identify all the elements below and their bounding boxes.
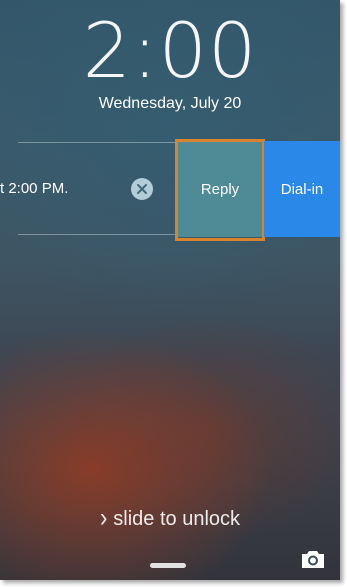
dial-in-button[interactable]: Dial-in xyxy=(264,141,340,237)
notification-text: t 2:00 PM. xyxy=(0,180,69,197)
dial-in-button-label: Dial-in xyxy=(280,180,324,198)
lock-screen: 2:00 Wednesday, July 20 t 2:00 PM. Reply… xyxy=(0,0,340,580)
clear-notification-button[interactable] xyxy=(131,178,153,200)
lock-clock: 2:00 xyxy=(82,6,258,95)
camera-button[interactable] xyxy=(300,548,326,570)
divider-top xyxy=(18,142,178,143)
reply-highlight-box xyxy=(175,139,265,241)
slide-to-unlock-label: slide to unlock xyxy=(113,508,241,530)
slide-to-unlock[interactable]: › slide to unlock xyxy=(0,502,340,533)
lock-date: Wednesday, July 20 xyxy=(98,95,242,112)
close-icon xyxy=(137,184,147,194)
divider-bottom xyxy=(18,234,178,235)
chevron-right-icon: › xyxy=(99,502,108,533)
camera-icon xyxy=(302,551,324,568)
page-indicator xyxy=(150,563,186,568)
